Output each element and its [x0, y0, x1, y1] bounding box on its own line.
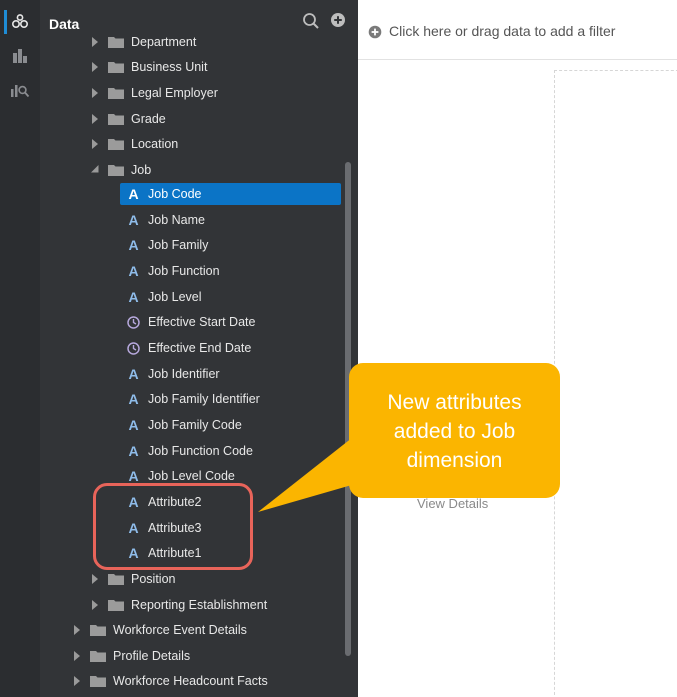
- attribute-icon: A: [128, 366, 139, 382]
- filter-bar[interactable]: Click here or drag data to add a filter: [358, 0, 677, 60]
- workbook-editor: Data Department Business Unit Legal Empl…: [0, 0, 677, 697]
- tree-folder-department[interactable]: Department: [91, 31, 196, 53]
- tree-label: Grade: [131, 112, 166, 126]
- tree-label: Position: [131, 572, 176, 586]
- attribute-icon: A: [128, 391, 139, 407]
- filter-prompt[interactable]: Click here or drag data to add a filter: [389, 23, 615, 39]
- data-icon: [11, 14, 29, 29]
- canvas-drop-area[interactable]: [554, 70, 677, 697]
- panel-title: Data: [49, 16, 80, 32]
- add-icon[interactable]: [330, 12, 346, 28]
- tree-folder-workforce-event-details[interactable]: Workforce Event Details: [73, 619, 247, 641]
- folder-icon: [108, 139, 124, 150]
- clock-icon: [127, 315, 140, 329]
- tree-folder-business-unit[interactable]: Business Unit: [91, 56, 207, 78]
- tree-label: Job Code: [148, 187, 202, 201]
- folder-icon: [108, 574, 124, 585]
- chevron-right-icon[interactable]: [91, 114, 99, 124]
- clock-icon: [127, 341, 140, 355]
- tree-folder-profile-details[interactable]: Profile Details: [73, 645, 190, 667]
- search-icon[interactable]: [302, 12, 320, 30]
- tree-label: Workforce Event Details: [113, 623, 247, 637]
- data-panel: Data Department Business Unit Legal Empl…: [40, 0, 358, 697]
- tree-label: Profile Details: [113, 649, 191, 663]
- rail-analytics-button[interactable]: [0, 72, 40, 108]
- tree-label: Job Level Code: [148, 469, 235, 483]
- chevron-right-icon[interactable]: [91, 139, 99, 149]
- tree-label: Job Family Code: [148, 418, 242, 432]
- rail-visualizations-button[interactable]: [0, 38, 40, 74]
- tree-item-job-family-code[interactable]: A Job Family Code: [127, 414, 242, 436]
- tree-item-effective-start-date[interactable]: Effective Start Date: [127, 311, 255, 333]
- folder-icon: [90, 625, 106, 636]
- folder-icon: [108, 88, 124, 99]
- tree-item-job-function[interactable]: A Job Function: [127, 260, 220, 282]
- annotation-callout: New attributes added to Job dimension: [349, 363, 560, 498]
- chevron-right-icon[interactable]: [91, 37, 99, 47]
- folder-icon: [108, 62, 124, 73]
- attribute-icon: A: [128, 237, 139, 253]
- chevron-right-icon[interactable]: [91, 600, 99, 610]
- analytics-icon: [11, 85, 30, 98]
- folder-icon: [108, 165, 124, 176]
- tree-folder-position[interactable]: Position: [91, 568, 175, 590]
- tree-label: Department: [131, 35, 197, 49]
- tree-label: Job Name: [148, 213, 205, 227]
- folder-icon: [108, 114, 124, 125]
- folder-icon: [108, 37, 124, 48]
- folder-icon: [108, 600, 124, 611]
- rail-data-button[interactable]: [0, 4, 40, 40]
- tree-folder-workforce-headcount-facts[interactable]: Workforce Headcount Facts: [73, 670, 268, 692]
- tree-folder-legal-employer[interactable]: Legal Employer: [91, 82, 218, 104]
- tree-label: Job Level: [148, 290, 202, 304]
- view-details-link[interactable]: View Details: [417, 496, 488, 511]
- tree-item-job-code[interactable]: A Job Code: [120, 183, 341, 205]
- icon-rail: [0, 0, 40, 697]
- attribute-icon: A: [128, 417, 139, 433]
- tree-label: Location: [131, 137, 179, 151]
- tree-folder-reporting-establishment[interactable]: Reporting Establishment: [91, 594, 267, 616]
- attribute-icon: A: [128, 468, 139, 484]
- visualizations-icon: [13, 49, 27, 63]
- new-attributes-highlight: [93, 483, 253, 570]
- tree-label: Effective Start Date: [148, 315, 256, 329]
- tree-label: Job: [131, 163, 152, 177]
- attribute-icon: A: [128, 186, 139, 202]
- chevron-right-icon[interactable]: [73, 651, 81, 661]
- tree-folder-grade[interactable]: Grade: [91, 108, 166, 130]
- chevron-down-icon[interactable]: [91, 165, 99, 175]
- tree-folder-job[interactable]: Job: [91, 159, 151, 181]
- tree-label: Job Family: [148, 238, 209, 252]
- chevron-right-icon[interactable]: [73, 625, 81, 635]
- tree-item-job-name[interactable]: A Job Name: [127, 209, 205, 231]
- attribute-icon: A: [128, 263, 139, 279]
- tree-label: Effective End Date: [148, 341, 252, 355]
- chevron-right-icon[interactable]: [91, 574, 99, 584]
- tree-label: Job Family Identifier: [148, 392, 260, 406]
- chevron-right-icon[interactable]: [91, 88, 99, 98]
- tree-folder-location[interactable]: Location: [91, 133, 178, 155]
- attribute-icon: A: [128, 212, 139, 228]
- tree-label: Job Function: [148, 264, 220, 278]
- tree-label: Reporting Establishment: [131, 598, 268, 612]
- folder-icon: [90, 651, 106, 662]
- attribute-icon: A: [128, 289, 139, 305]
- tree-item-job-level[interactable]: A Job Level: [127, 286, 202, 308]
- tree-label: Job Function Code: [148, 444, 253, 458]
- chevron-right-icon[interactable]: [73, 676, 81, 686]
- tree-label: Business Unit: [131, 60, 208, 74]
- chevron-right-icon[interactable]: [91, 62, 99, 72]
- tree-label: Job Identifier: [148, 367, 220, 381]
- tree-item-effective-end-date[interactable]: Effective End Date: [127, 337, 251, 359]
- tree-item-job-family-identifier[interactable]: A Job Family Identifier: [127, 388, 260, 410]
- folder-icon: [90, 676, 106, 687]
- tree-item-job-identifier[interactable]: A Job Identifier: [127, 363, 220, 385]
- callout-text: New attributes added to Job dimension: [387, 391, 522, 472]
- add-filter-icon[interactable]: [368, 25, 382, 39]
- tree-item-job-function-code[interactable]: A Job Function Code: [127, 440, 253, 462]
- tree-label: Legal Employer: [131, 86, 218, 100]
- attribute-icon: A: [128, 443, 139, 459]
- tree-label: Workforce Headcount Facts: [113, 674, 268, 688]
- tree-item-job-family[interactable]: A Job Family: [127, 234, 208, 256]
